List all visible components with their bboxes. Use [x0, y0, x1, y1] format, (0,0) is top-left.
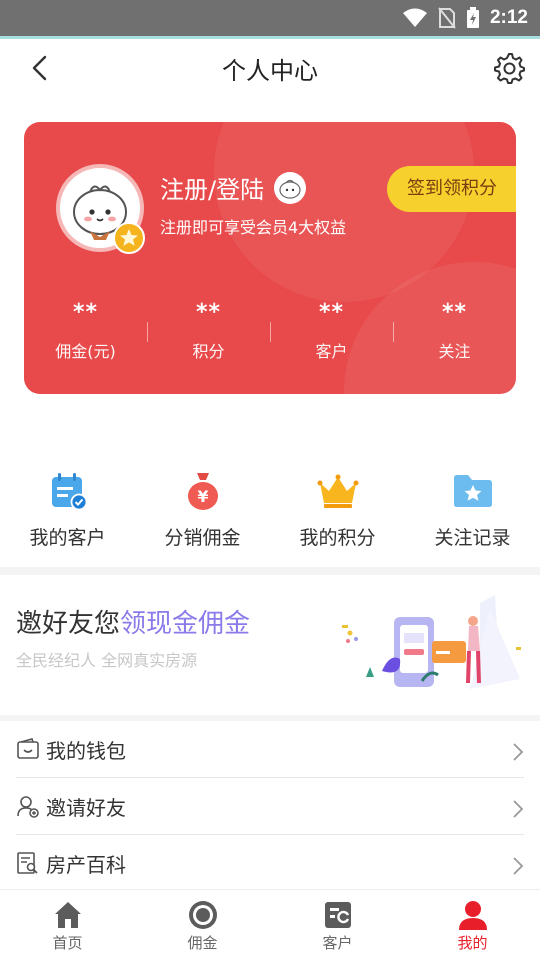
chevron-right-icon [513, 800, 524, 818]
stat-label: 关注 [438, 342, 471, 361]
user-icon [458, 901, 487, 930]
shortcut-distribution-commission[interactable]: ¥ 分销佣金 [135, 433, 270, 567]
menu-item-label: 房产百科 [46, 853, 126, 877]
no-sim-icon [438, 7, 456, 29]
shortcut-label: 关注记录 [434, 527, 511, 549]
stat-value: ** [318, 300, 344, 325]
invite-title: 邀好友您领现金佣金 [16, 603, 250, 640]
top-header: 个人中心 [0, 39, 540, 97]
wifi-icon [402, 8, 427, 27]
menu-item-label: 我的钱包 [46, 739, 126, 763]
tab-label: 首页 [52, 934, 83, 952]
invite-friends-banner[interactable]: 邀好友您领现金佣金 全民经纪人 全网真实房源 [0, 575, 540, 715]
shortcut-label: 我的积分 [299, 527, 376, 549]
customer-calendar-icon [51, 473, 87, 511]
shortcut-grid: 我的客户 ¥ 分销佣金 我的积分 关注记录 [0, 433, 540, 567]
home-icon [54, 902, 81, 928]
invite-title-highlight: 领现金佣金 [120, 609, 251, 639]
menu-item-label: 邀请好友 [46, 796, 126, 820]
stat-label: 佣金(元) [55, 342, 116, 361]
medal-icon [113, 222, 145, 254]
chevron-right-icon [513, 743, 524, 761]
shortcut-my-customers[interactable]: 我的客户 [0, 433, 135, 567]
shortcut-follow-records[interactable]: 关注记录 [405, 433, 540, 567]
member-benefits-text: 注册即可享受会员4大权益 [160, 218, 347, 237]
shortcut-my-points[interactable]: 我的积分 [270, 433, 405, 567]
menu-item-invite-friends[interactable]: 邀请好友 [16, 778, 524, 835]
customer-card-icon [324, 902, 351, 928]
menu-list: 我的钱包 邀请好友 房产百科 [0, 721, 540, 889]
profile-card: 注册/登陆 注册即可享受会员4大权益 签到领积分 ** 佣金(元) ** 积分 … [24, 122, 516, 394]
stat-value: ** [72, 300, 98, 325]
menu-item-wallet[interactable]: 我的钱包 [16, 721, 524, 778]
chevron-right-icon [513, 857, 524, 875]
menu-item-property-wiki[interactable]: 房产百科 [16, 835, 524, 892]
status-icons: 2:12 [402, 6, 528, 30]
coin-icon [188, 901, 217, 929]
status-bar: 2:12 [0, 0, 540, 39]
document-search-icon [17, 852, 38, 874]
page-title: 个人中心 [222, 57, 318, 85]
checkin-button[interactable]: 签到领积分 [387, 166, 516, 212]
stat-customers[interactable]: ** 客户 [270, 298, 393, 368]
gear-icon[interactable] [492, 51, 526, 85]
shortcut-label: 我的客户 [29, 527, 106, 549]
stat-commission[interactable]: ** 佣金(元) [24, 298, 147, 368]
tab-commission[interactable]: 佣金 [135, 890, 270, 960]
wallet-icon [17, 738, 39, 759]
stat-label: 客户 [315, 342, 348, 361]
stat-value: ** [441, 300, 467, 325]
tab-home[interactable]: 首页 [0, 890, 135, 960]
bottom-tab-bar: 首页 佣金 客户 我的 [0, 889, 540, 960]
status-time: 2:12 [489, 7, 528, 28]
invite-title-main: 邀好友您 [16, 609, 121, 639]
stats-row: ** 佣金(元) ** 积分 ** 客户 ** 关注 [24, 298, 516, 368]
login-register-link[interactable]: 注册/登陆 [160, 170, 264, 205]
stat-value: ** [195, 300, 221, 325]
svg-text:¥: ¥ [197, 487, 208, 506]
tab-customers[interactable]: 客户 [270, 890, 405, 960]
stat-follows[interactable]: ** 关注 [393, 298, 516, 368]
tab-label: 佣金 [187, 934, 218, 952]
star-folder-icon [453, 475, 492, 507]
tab-mine[interactable]: 我的 [405, 890, 540, 960]
crown-icon [317, 474, 358, 508]
invite-illustration [342, 595, 521, 689]
stat-points[interactable]: ** 积分 [147, 298, 270, 368]
tab-label: 客户 [322, 934, 353, 952]
invite-subtitle: 全民经纪人 全网真实房源 [16, 651, 198, 670]
money-bag-icon: ¥ [187, 473, 218, 510]
tab-label: 我的 [457, 934, 488, 952]
shortcut-label: 分销佣金 [164, 527, 241, 549]
stat-label: 积分 [192, 342, 225, 361]
invite-user-icon [17, 796, 39, 818]
battery-charging-icon [466, 7, 479, 28]
member-logo-icon [274, 172, 306, 204]
